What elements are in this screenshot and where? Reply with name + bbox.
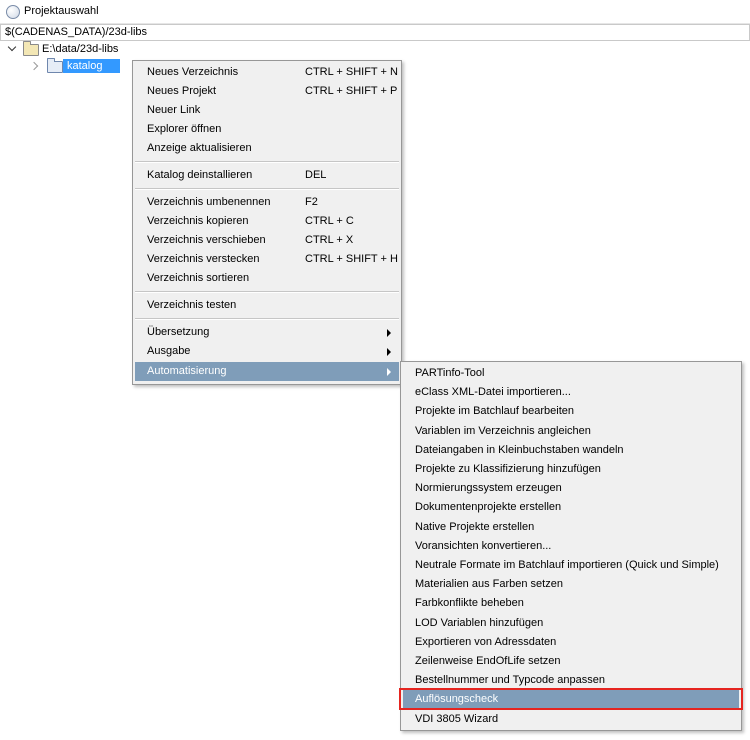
submenu-item[interactable]: Exportieren von Adressdaten [403,633,739,652]
submenu-item-label: Variablen im Verzeichnis angleichen [415,424,591,437]
submenu-item[interactable]: Voransichten konvertieren... [403,537,739,556]
menu-item-verzeichnis-umbenennen[interactable]: Verzeichnis umbenennen F2 [135,193,399,212]
submenu-item-label: eClass XML-Datei importieren... [415,386,571,399]
submenu-arrow-icon [387,368,391,376]
submenu-item-label: Projekte im Batchlauf bearbeiten [415,405,574,418]
menu-item-automatisierung[interactable]: Automatisierung [135,362,399,381]
menu-item-label: Automatisierung [147,365,227,377]
submenu-item[interactable]: Materialien aus Farben setzen [403,575,739,594]
menu-item-shortcut: CTRL + X [305,234,354,246]
menu-item-label: Ausgabe [147,345,191,357]
submenu-item-label: Materialien aus Farben setzen [415,578,563,591]
menu-separator [135,318,399,320]
submenu-item-label: VDI 3805 Wizard [415,712,499,725]
submenu-arrow-icon [387,329,391,337]
folder-icon [47,58,63,73]
menu-separator [135,161,399,163]
submenu-item[interactable]: Dateiangaben in Kleinbuchstaben wandeln [403,441,739,460]
app-icon [6,5,20,19]
automation-submenu: PARTinfo-Tool eClass XML-Datei importiere… [400,361,742,731]
menu-item-label: Verzeichnis umbenennen [147,196,271,208]
menu-item-verzeichnis-kopieren[interactable]: Verzeichnis kopieren CTRL + C [135,212,399,231]
menu-item-label: Katalog deinstallieren [147,169,253,181]
submenu-item[interactable]: Zeilenweise EndOfLife setzen [403,652,739,671]
menu-separator [135,188,399,190]
menu-item-shortcut: CTRL + SHIFT + N [305,66,398,78]
submenu-item[interactable]: Native Projekte erstellen [403,518,739,537]
menu-item-label: Neues Projekt [147,85,217,97]
submenu-item-label: Voransichten konvertieren... [415,539,552,552]
submenu-item-label: Zeilenweise EndOfLife setzen [415,655,561,667]
folder-open-icon [23,41,39,56]
menu-item-explorer-oeffnen[interactable]: Explorer öffnen [135,120,399,139]
submenu-item[interactable]: Projekte im Batchlauf bearbeiten [403,402,739,421]
menu-item-katalog-deinstallieren[interactable]: Katalog deinstallieren DEL [135,166,399,185]
submenu-item[interactable]: PARTinfo-Tool [403,364,739,383]
path-field[interactable]: $(CADENAS_DATA)/23d-libs [0,24,750,41]
submenu-item[interactable]: eClass XML-Datei importieren... [403,383,739,402]
submenu-item[interactable]: Projekte zu Klassifizierung hinzufügen [403,460,739,479]
menu-item-label: Verzeichnis verschieben [147,234,266,246]
menu-item-neuer-link[interactable]: Neuer Link [135,101,399,120]
tree-item-label-selected: katalog [63,59,121,73]
submenu-item[interactable]: VDI 3805 Wizard [403,710,739,729]
menu-item-label: Neuer Link [147,104,201,116]
menu-item-label: Verzeichnis kopieren [147,215,249,227]
submenu-item-label: Projekte zu Klassifizierung hinzufügen [415,463,601,475]
menu-item-verzeichnis-sortieren[interactable]: Verzeichnis sortieren [135,269,399,288]
menu-item-verzeichnis-testen[interactable]: Verzeichnis testen [135,296,399,315]
submenu-item[interactable]: Dokumentenprojekte erstellen [403,498,739,517]
menu-item-label: Verzeichnis testen [147,299,237,311]
submenu-item-label: Dateiangaben in Kleinbuchstaben wandeln [415,443,624,456]
menu-item-uebersetzung[interactable]: Übersetzung [135,323,399,342]
menu-item-verzeichnis-verstecken[interactable]: Verzeichnis verstecken CTRL + SHIFT + H [135,250,399,269]
submenu-item[interactable]: Neutrale Formate im Batchlauf importiere… [403,556,739,575]
submenu-item[interactable]: Normierungssystem erzeugen [403,479,739,498]
menu-item-label: Übersetzung [147,326,210,338]
menu-item-neues-projekt[interactable]: Neues Projekt CTRL + SHIFT + P [135,82,399,101]
submenu-item-label: PARTinfo-Tool [415,367,485,379]
menu-item-neues-verzeichnis[interactable]: Neues Verzeichnis CTRL + SHIFT + N [135,63,399,82]
submenu-item[interactable]: Farbkonflikte beheben [403,594,739,613]
submenu-item-label: Dokumentenprojekte erstellen [415,501,562,514]
submenu-item-label: LOD Variablen hinzufügen [415,616,544,629]
submenu-item[interactable]: Variablen im Verzeichnis angleichen [403,422,739,441]
menu-item-label: Verzeichnis verstecken [147,253,260,265]
submenu-item-label: Normierungssystem erzeugen [415,482,562,495]
menu-separator [135,291,399,293]
highlight-callout [399,688,743,710]
menu-item-anzeige-aktualisieren[interactable]: Anzeige aktualisieren [135,139,399,158]
menu-item-ausgabe[interactable]: Ausgabe [135,342,399,361]
chevron-down-icon[interactable] [7,44,17,54]
title-bar: Projektauswahl [0,0,750,24]
submenu-item-label: Farbkonflikte beheben [415,597,524,610]
context-menu: Neues Verzeichnis CTRL + SHIFT + N Neues… [132,60,402,385]
tree-item-root[interactable]: E:\data/23d-libs [4,40,204,58]
menu-item-shortcut: CTRL + C [305,215,354,227]
submenu-item[interactable]: LOD Variablen hinzufügen [403,614,739,633]
submenu-arrow-icon [387,348,391,356]
menu-item-label: Neues Verzeichnis [147,66,239,78]
submenu-item-label: Native Projekte erstellen [415,520,535,533]
menu-item-shortcut: CTRL + SHIFT + P [305,85,398,97]
submenu-item-label: Neutrale Formate im Batchlauf importiere… [415,559,719,571]
menu-item-label: Anzeige aktualisieren [147,142,252,154]
menu-item-shortcut: DEL [305,169,327,181]
menu-item-verzeichnis-verschieben[interactable]: Verzeichnis verschieben CTRL + X [135,231,399,250]
menu-item-shortcut: F2 [305,196,318,208]
tree-item-label: E:\data/23d-libs [42,43,119,55]
chevron-right-icon[interactable] [31,61,41,71]
menu-item-label: Verzeichnis sortieren [147,272,250,284]
path-text: $(CADENAS_DATA)/23d-libs [5,26,148,38]
submenu-item-label: Exportieren von Adressdaten [415,635,557,648]
window-title: Projektauswahl [24,5,99,17]
menu-item-shortcut: CTRL + SHIFT + H [305,253,398,265]
menu-item-label: Explorer öffnen [147,123,222,135]
